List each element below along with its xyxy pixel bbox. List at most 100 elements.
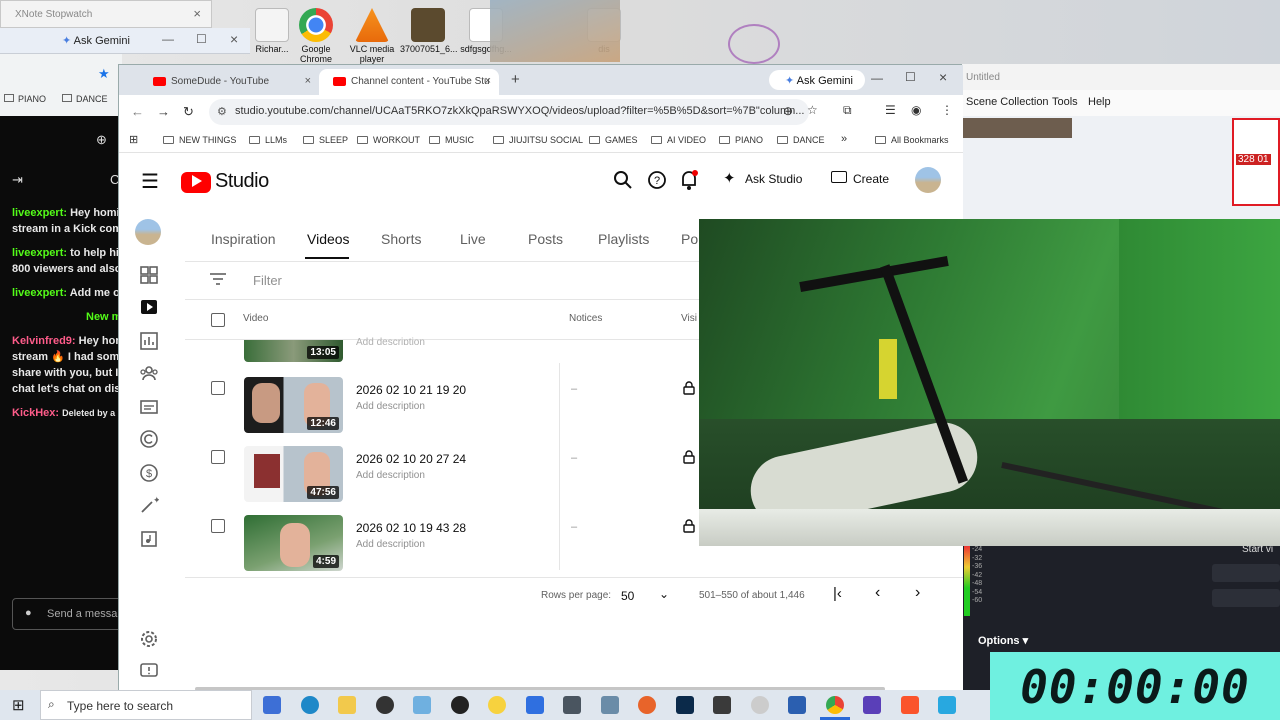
obs-control[interactable] [1212, 589, 1280, 607]
private-lock-icon[interactable] [683, 381, 695, 395]
close-tab-button[interactable]: × [305, 75, 311, 87]
bookmark-folder[interactable]: SLEEP [303, 135, 348, 145]
close-window-button[interactable]: × [939, 69, 947, 85]
earn-icon[interactable]: $ [139, 463, 159, 483]
row-checkbox[interactable] [211, 519, 225, 533]
chat-send-input[interactable]: ● Send a messa [12, 598, 132, 630]
app-icon[interactable] [376, 696, 394, 714]
star-icon[interactable]: ★ [98, 66, 110, 82]
video-description[interactable]: Add description [356, 470, 425, 481]
row-checkbox[interactable] [211, 381, 225, 395]
close-button[interactable]: × [230, 31, 238, 47]
column-header-notices[interactable]: Notices [569, 313, 602, 324]
menu-tools[interactable]: Tools [1052, 96, 1078, 108]
help-icon[interactable]: ? [647, 170, 667, 190]
edge-icon[interactable] [301, 696, 319, 714]
video-title[interactable]: 2026 02 10 21 19 20 [356, 383, 466, 397]
chrome-icon[interactable] [826, 696, 844, 714]
previous-page-icon[interactable]: ‹ [875, 584, 880, 602]
video-thumbnail[interactable]: 4:59 [244, 515, 343, 571]
video-thumbnail[interactable]: 47:56 [244, 446, 343, 502]
bookmark-folder[interactable]: JIUJITSU SOCIAL [493, 135, 583, 145]
firefox-icon[interactable] [638, 696, 656, 714]
chat-username[interactable]: Kelvinfred9: [12, 335, 76, 347]
collapse-chat-icon[interactable]: ⇥ [12, 172, 23, 188]
more-bookmarks-button[interactable]: » [841, 133, 847, 145]
app-icon[interactable] [938, 696, 956, 714]
private-lock-icon[interactable] [683, 450, 695, 464]
search-icon[interactable] [613, 170, 633, 190]
tab-playlists[interactable]: Playlists [598, 231, 649, 247]
tab-somedude-youtube[interactable]: SomeDude - YouTube × [139, 69, 319, 95]
bookmark-folder[interactable]: DANCE [777, 135, 825, 145]
select-all-checkbox[interactable] [211, 313, 225, 327]
hamburger-menu-icon[interactable]: ☰ [141, 169, 159, 194]
zoom-icon[interactable]: ⊕ [783, 104, 793, 118]
extensions-icon[interactable]: ⧉ [843, 103, 852, 118]
send-feedback-icon[interactable] [139, 661, 159, 681]
ask-gemini-button[interactable]: ✦ Ask Gemini [769, 70, 865, 90]
table-row[interactable]: 4:59 2026 02 10 19 43 28 Add description… [185, 501, 705, 584]
media-icon[interactable]: ☰ [885, 103, 896, 117]
table-row[interactable]: 47:56 2026 02 10 20 27 24 Add descriptio… [185, 432, 705, 515]
filter-icon[interactable] [209, 272, 227, 286]
subtitles-icon[interactable] [139, 397, 159, 417]
dashboard-icon[interactable] [139, 265, 159, 285]
bookmark-folder[interactable]: LLMs [249, 135, 287, 145]
obs-preview[interactable]: 328 01 [962, 116, 1280, 220]
video-description[interactable]: Add description [356, 337, 425, 345]
copyright-icon[interactable] [139, 429, 159, 449]
column-header-video[interactable]: Video [243, 313, 268, 324]
video-thumbnail[interactable]: 13:05 [244, 340, 343, 362]
analytics-icon[interactable] [139, 331, 159, 351]
minimize-button[interactable]: — [162, 32, 174, 46]
next-page-icon[interactable]: › [915, 584, 920, 602]
chat-username[interactable]: liveexpert: [12, 287, 67, 299]
bookmark-folder[interactable]: GAMES [589, 135, 638, 145]
menu-scene-collection[interactable]: Scene Collection [966, 96, 1049, 108]
table-row[interactable]: 12:46 2026 02 10 21 19 20 Add descriptio… [185, 363, 705, 446]
photoshop-icon[interactable] [676, 696, 694, 714]
desktop-icon-chrome[interactable]: Google Chrome [288, 8, 344, 64]
bookmark-folder[interactable]: WORKOUT [357, 135, 420, 145]
obs-control[interactable] [1212, 564, 1280, 582]
app-icon[interactable] [788, 696, 806, 714]
chat-username[interactable]: liveexpert: [12, 207, 67, 219]
address-bar[interactable]: ⚙ studio.youtube.com/channel/UCAaT5RKO7z… [209, 99, 809, 125]
video-description[interactable]: Add description [356, 401, 425, 412]
app-icon[interactable] [863, 696, 881, 714]
chat-username[interactable]: liveexpert: [12, 247, 67, 259]
private-lock-icon[interactable] [683, 519, 695, 533]
brave-icon[interactable] [901, 696, 919, 714]
google-apps-icon[interactable]: ◉ [911, 103, 921, 117]
obs-icon[interactable] [451, 696, 469, 714]
xnote-close-button[interactable]: × [193, 6, 201, 21]
bookmark-folder[interactable]: AI VIDEO [651, 135, 706, 145]
app-icon[interactable] [751, 696, 769, 714]
left-bookmark-dance[interactable]: DANCE [62, 94, 108, 104]
app-icon[interactable] [563, 696, 581, 714]
tab-shorts[interactable]: Shorts [381, 231, 421, 247]
desktop-icon-vlc[interactable]: VLC media player [344, 8, 400, 64]
video-title[interactable]: 2026 02 10 20 27 24 [356, 452, 466, 466]
new-tab-button[interactable]: + [511, 71, 520, 88]
ask-studio-button[interactable]: ✦ Ask Studio [713, 163, 809, 195]
app-icon[interactable] [413, 696, 431, 714]
settings-gear-icon[interactable] [139, 629, 159, 649]
bookmark-folder[interactable]: NEW THINGS [163, 135, 236, 145]
close-tab-button[interactable]: × [485, 75, 491, 87]
minimize-button[interactable]: — [871, 71, 883, 85]
notifications-bell-icon[interactable] [679, 169, 699, 191]
video-title[interactable]: 2026 02 10 19 43 28 [356, 521, 466, 535]
taskbar-search[interactable]: ⌕ Type here to search [40, 690, 252, 720]
account-avatar[interactable] [915, 167, 941, 193]
tab-posts[interactable]: Posts [528, 231, 563, 247]
video-thumbnail[interactable]: 12:46 [244, 377, 343, 433]
bookmark-folder[interactable]: PIANO [719, 135, 763, 145]
create-button[interactable]: Create [823, 163, 895, 195]
app-icon[interactable] [601, 696, 619, 714]
windows-start-icon[interactable]: ⊞ [12, 696, 25, 714]
tab-inspiration[interactable]: Inspiration [211, 231, 276, 247]
first-page-icon[interactable]: |‹ [833, 585, 842, 602]
chrome-menu-icon[interactable]: ⋮ [941, 103, 953, 117]
